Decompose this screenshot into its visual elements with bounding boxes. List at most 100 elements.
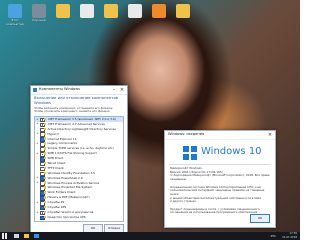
desktop-icon[interactable] (52, 2, 74, 30)
folder-icon (44, 142, 47, 145)
desktop: Этот компьютер Корзина Компоненты Windows… (0, 0, 300, 240)
expand-icon (36, 157, 39, 160)
expand-icon[interactable]: + (36, 181, 39, 184)
clock-date: 31.07.2018 (282, 235, 297, 239)
feature-label: .NET Framework 4.7 Advanced Services (47, 121, 105, 126)
expand-icon[interactable]: + (36, 117, 39, 121)
expand-icon[interactable]: + (36, 122, 39, 125)
windows-logo-icon (183, 146, 197, 160)
folder-icon (44, 132, 47, 135)
feature-label: Печать в PDF (Майкрософт) (47, 195, 90, 200)
close-icon[interactable]: × (118, 86, 126, 94)
feature-label: SMB 1.0/CIFS File Sharing Support (47, 151, 97, 156)
feature-label: Legacy Components (47, 141, 77, 146)
desktop-icon[interactable] (148, 2, 170, 30)
folder-icon (44, 210, 47, 214)
taskbar-button[interactable] (32, 233, 40, 239)
desktop-icon[interactable] (100, 2, 122, 30)
desktop-icon[interactable] (172, 2, 194, 30)
expand-icon (36, 191, 39, 194)
language-indicator[interactable]: РУС (271, 234, 276, 238)
expand-icon[interactable]: + (36, 176, 39, 179)
desktop-icon[interactable] (124, 2, 146, 30)
desktop-icon-label (52, 19, 74, 27)
expand-icon[interactable]: + (36, 132, 39, 135)
feature-label: Work Folders Client (47, 190, 76, 195)
expand-icon (36, 206, 39, 209)
taskbar-button[interactable] (22, 233, 30, 239)
feature-label: Службы XPS (47, 205, 67, 210)
desktop-icon-label (100, 19, 122, 27)
folder-icon (44, 117, 47, 121)
desktop-icon[interactable]: Корзина (28, 2, 50, 30)
expand-icon (36, 162, 39, 165)
features-heading: Включение или отключение компонентов Win… (34, 95, 119, 105)
computer-icon (8, 4, 22, 18)
windows-brand: Windows 10 (201, 146, 262, 157)
folder-icon (44, 152, 47, 155)
desktop-icon[interactable] (76, 2, 98, 30)
start-button[interactable] (0, 232, 9, 240)
taskbar-button[interactable] (12, 233, 20, 239)
features-tree[interactable]: + .NET Framework 3.5 (включает .NET 2.0 и… (34, 116, 124, 222)
feature-label: Windows Projected File System (47, 185, 93, 190)
folder-icon (104, 4, 118, 18)
expand-icon[interactable]: + (36, 151, 39, 155)
minimize-icon[interactable]: – (110, 86, 118, 94)
windows-features-dialog: Компоненты Windows – × Включение или отк… (30, 85, 128, 237)
folder-icon (23, 234, 29, 238)
about-windows-dialog: Windows: сведения × Windows 10 Майкрософ… (164, 130, 276, 228)
feature-row[interactable]: Средство просмотра XPS (35, 215, 123, 221)
expand-icon (36, 127, 39, 130)
folder-icon (56, 4, 70, 18)
desktop-icon-label (124, 19, 146, 27)
desktop-icon-label (172, 19, 194, 27)
expand-icon (36, 167, 39, 170)
folder-icon (44, 181, 47, 184)
feature-label: Hyper-V (47, 131, 59, 136)
folder-icon (44, 215, 47, 219)
folder-icon (44, 166, 47, 170)
system-tray[interactable]: 17:35 31.07.2018 (282, 232, 297, 240)
folder-icon (44, 122, 47, 126)
desktop-icon[interactable]: Этот компьютер (4, 2, 26, 30)
close-icon[interactable]: × (266, 131, 274, 139)
feature-label: Active Directory Lightweight Directory S… (47, 126, 116, 131)
folder-icon (44, 196, 47, 199)
folder-icon (44, 201, 47, 204)
feature-label: Internet Explorer 11 (47, 136, 77, 141)
taskbar: 17:35 31.07.2018 РУС (0, 232, 300, 240)
ok-button[interactable]: ОК (250, 214, 270, 223)
feature-label: .NET Framework 3.5 (включает .NET 2.0 и … (47, 117, 116, 121)
winver-info: Майкрософт Windows Версия 1803 (сборка ОС… (170, 166, 270, 215)
folder-icon (44, 205, 47, 209)
expand-icon[interactable]: + (36, 142, 39, 145)
folder-icon (44, 176, 47, 179)
feature-label: Службы печати и документов (47, 209, 94, 214)
expand-icon[interactable]: + (36, 200, 39, 204)
expand-icon (36, 171, 39, 174)
feature-label: Telnet Client (47, 161, 66, 166)
feature-label: Службы IIS (47, 200, 65, 205)
feature-label: Simple TCPIP services (i.e. echo, daytim… (47, 146, 114, 151)
expand-icon (36, 137, 39, 140)
folder-icon (176, 4, 190, 18)
expand-icon (36, 147, 39, 150)
document-icon (128, 4, 142, 18)
search-icon (13, 234, 19, 238)
browser-icon (33, 234, 39, 238)
features-titlebar[interactable]: Компоненты Windows – × (31, 86, 127, 95)
folder-icon (44, 191, 47, 194)
folder-icon (44, 127, 47, 131)
feature-label: Windows PowerShell 2.0 (47, 175, 83, 180)
recycle-bin-icon (32, 4, 46, 18)
feature-label: SMB Direct (47, 156, 64, 161)
desktop-icon-label (148, 19, 170, 27)
desktop-icon-label (76, 19, 98, 27)
winver-title: Windows: сведения (168, 132, 205, 136)
winver-titlebar[interactable]: Windows: сведения × (165, 131, 275, 140)
expand-icon[interactable]: + (36, 210, 39, 214)
feature-label: Windows Process Activation Service (47, 180, 100, 185)
divider (169, 164, 271, 165)
folder-icon (44, 186, 47, 189)
